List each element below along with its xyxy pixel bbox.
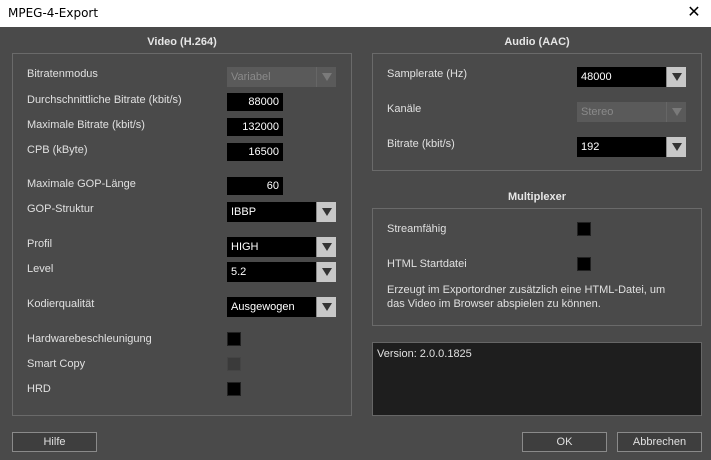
level-select[interactable]: 5.2: [227, 262, 336, 282]
samplerate-value: 48000: [581, 71, 612, 83]
gop-structure-value: IBBP: [231, 206, 257, 218]
chevron-down-icon[interactable]: [316, 202, 336, 222]
cpb-input[interactable]: 16500: [227, 143, 283, 161]
level-value: 5.2: [231, 266, 247, 278]
multiplexer-info-line: Erzeugt im Exportordner zusätzlich eine …: [387, 284, 666, 296]
bitrate-mode-value: Variabel: [231, 71, 271, 83]
multiplexer-section-title: Multiplexer: [507, 191, 567, 203]
bitrate-mode-label: Bitratenmodus: [27, 68, 98, 80]
gop-length-label: Maximale GOP-Länge: [27, 178, 136, 190]
gop-structure-select[interactable]: IBBP: [227, 202, 336, 222]
profile-value: HIGH: [231, 241, 259, 253]
ok-button[interactable]: OK: [522, 432, 607, 452]
hrd-checkbox[interactable]: [227, 382, 241, 396]
hw-accel-checkbox[interactable]: [227, 332, 241, 346]
max-bitrate-input[interactable]: 132000: [227, 118, 283, 136]
streamable-label: Streamfähig: [387, 223, 447, 235]
avg-bitrate-label: Durchschnittliche Bitrate (kbit/s): [27, 94, 182, 106]
video-section-title: Video (H.264): [147, 36, 217, 48]
help-button[interactable]: Hilfe: [12, 432, 97, 452]
quality-select[interactable]: Ausgewogen: [227, 297, 336, 317]
cpb-label: CPB (kByte): [27, 144, 88, 156]
multiplexer-info: Erzeugt im Exportordner zusätzlich eine …: [387, 283, 697, 311]
title-bar: MPEG-4-Export ✕: [0, 0, 711, 27]
streamable-checkbox[interactable]: [577, 222, 591, 236]
profile-select[interactable]: HIGH: [227, 237, 336, 257]
channels-value: Stereo: [581, 106, 614, 118]
quality-value: Ausgewogen: [231, 301, 295, 313]
samplerate-label: Samplerate (Hz): [387, 68, 468, 80]
multiplexer-info-line: das Video im Browser abspielen zu können…: [387, 298, 601, 310]
quality-label: Kodierqualität: [27, 298, 95, 310]
audio-bitrate-select[interactable]: 192: [577, 137, 686, 157]
window-title: MPEG-4-Export: [8, 6, 99, 20]
chevron-down-icon: [666, 102, 686, 122]
gop-structure-label: GOP-Struktur: [27, 203, 94, 215]
audio-bitrate-label: Bitrate (kbit/s): [387, 138, 455, 150]
level-label: Level: [27, 263, 54, 275]
hw-accel-label: Hardwarebeschleunigung: [27, 333, 152, 345]
smart-copy-label: Smart Copy: [27, 358, 86, 370]
html-start-checkbox[interactable]: [577, 257, 591, 271]
close-icon[interactable]: ✕: [677, 0, 711, 27]
samplerate-select[interactable]: 48000: [577, 67, 686, 87]
html-start-label: HTML Startdatei: [387, 258, 467, 270]
gop-length-input[interactable]: 60: [227, 177, 283, 195]
channels-label: Kanäle: [387, 103, 422, 115]
max-bitrate-label: Maximale Bitrate (kbit/s): [27, 119, 145, 131]
chevron-down-icon: [316, 67, 336, 87]
hrd-label: HRD: [27, 383, 51, 395]
bitrate-mode-select: Variabel: [227, 67, 336, 87]
channels-select: Stereo: [577, 102, 686, 122]
avg-bitrate-input[interactable]: 88000: [227, 93, 283, 111]
version-text: Version: 2.0.0.1825: [377, 348, 472, 360]
chevron-down-icon[interactable]: [316, 237, 336, 257]
version-box: Version: 2.0.0.1825: [372, 342, 702, 416]
chevron-down-icon[interactable]: [666, 67, 686, 87]
chevron-down-icon[interactable]: [666, 137, 686, 157]
smart-copy-checkbox: [227, 357, 241, 371]
audio-section-title: Audio (AAC): [504, 36, 570, 48]
profile-label: Profil: [27, 238, 53, 250]
chevron-down-icon[interactable]: [316, 262, 336, 282]
audio-bitrate-value: 192: [581, 141, 600, 153]
cancel-button[interactable]: Abbrechen: [617, 432, 702, 452]
chevron-down-icon[interactable]: [316, 297, 336, 317]
